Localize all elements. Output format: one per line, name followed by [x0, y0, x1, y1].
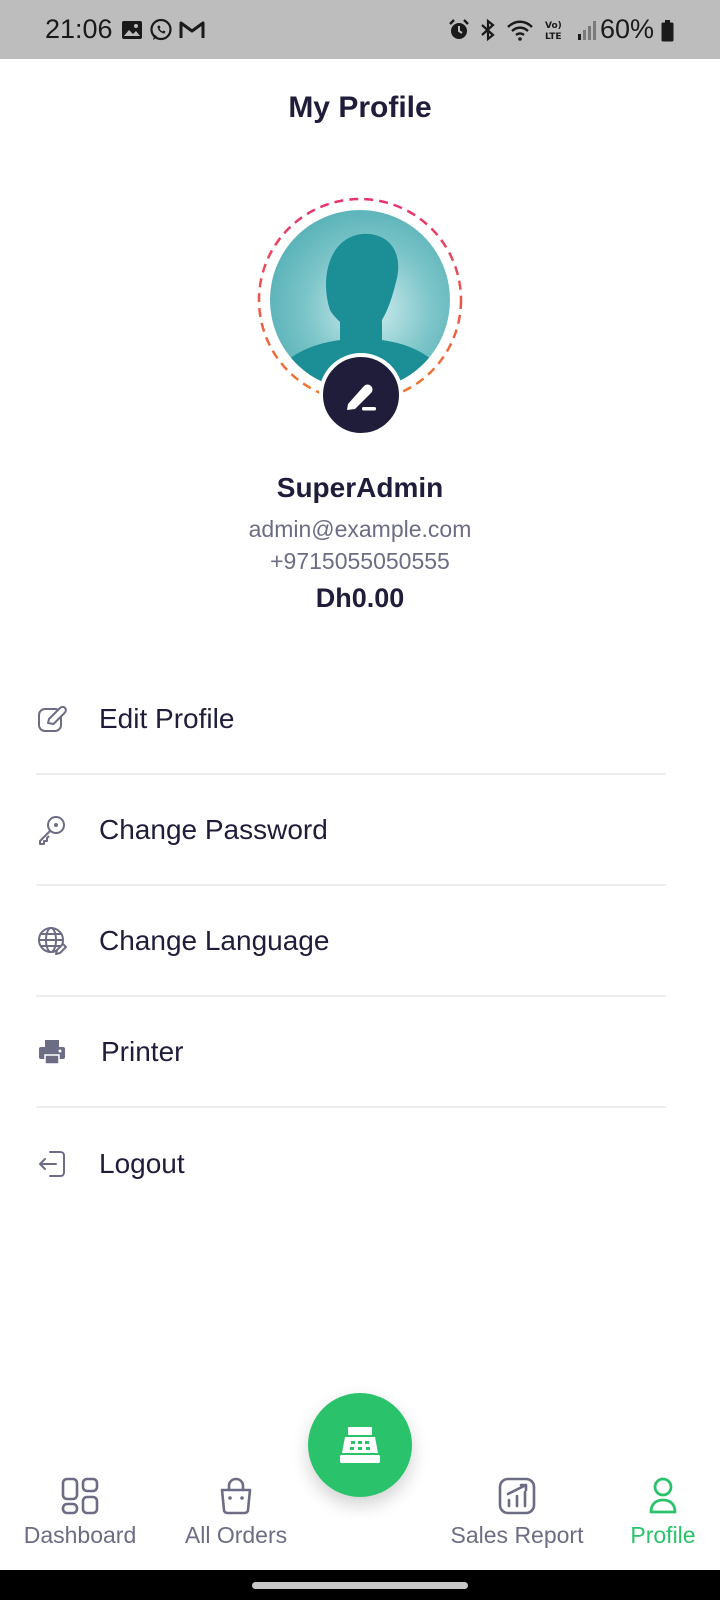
pencil-icon: [347, 384, 376, 411]
shopping-bag-icon: [220, 1477, 252, 1515]
globe-icon: [38, 926, 67, 955]
page-title: My Profile: [288, 91, 432, 124]
gmail-icon: [179, 21, 205, 38]
alarm-icon: [449, 19, 469, 39]
nav-label: Profile: [630, 1522, 696, 1548]
menu-item-change-language[interactable]: Change Language: [36, 886, 666, 997]
user-phone: +9715055050555: [270, 548, 450, 574]
key-icon: [39, 815, 65, 845]
user-name: SuperAdmin: [276, 472, 444, 503]
user-icon: [649, 1477, 677, 1514]
pos-center-button[interactable]: [308, 1393, 412, 1497]
user-balance: Dh0.00: [315, 583, 405, 613]
menu-item-label: Change Language: [99, 924, 330, 956]
image-icon: [122, 21, 142, 39]
edit-icon: [38, 705, 67, 732]
printer-icon: [39, 1039, 65, 1065]
wifi-icon: [507, 20, 533, 41]
system-icons: Vo) LTE: [448, 17, 598, 43]
svg-text:LTE: LTE: [545, 32, 562, 42]
nav-all-orders[interactable]: All Orders: [176, 1476, 296, 1549]
svg-text:Vo): Vo): [545, 21, 562, 31]
dashboard-icon: [61, 1477, 99, 1515]
battery-icon: [661, 20, 674, 42]
menu-item-label: Logout: [99, 1147, 185, 1179]
sales-chart-icon: [498, 1477, 536, 1515]
menu-item-label: Edit Profile: [99, 702, 235, 734]
logout-icon: [39, 1150, 65, 1177]
nav-profile[interactable]: Profile: [618, 1476, 708, 1549]
nav-label: All Orders: [184, 1522, 288, 1548]
home-indicator[interactable]: [252, 1582, 468, 1589]
menu-item-label: Printer: [101, 1035, 184, 1067]
nav-dashboard[interactable]: Dashboard: [20, 1476, 140, 1549]
user-email: admin@example.com: [248, 516, 472, 542]
nav-sales-report[interactable]: Sales Report: [442, 1476, 592, 1549]
edit-avatar-button[interactable]: [319, 353, 403, 437]
whatsapp-icon: [150, 18, 172, 41]
status-time: 21:06: [45, 14, 113, 44]
nav-label: Dashboard: [23, 1522, 137, 1548]
menu-item-printer[interactable]: Printer: [36, 997, 666, 1108]
nav-label: Sales Report: [450, 1522, 584, 1548]
status-bar: 21:06 Vo) LTE 60%: [0, 0, 720, 59]
notification-icons: [121, 17, 205, 43]
signal-icon: [578, 21, 596, 40]
bluetooth-icon: [481, 18, 495, 42]
cash-register-icon: [340, 1427, 380, 1463]
menu-item-edit-profile[interactable]: Edit Profile: [36, 664, 666, 775]
menu-item-change-password[interactable]: Change Password: [36, 775, 666, 886]
profile-menu: Edit Profile Change Password Change Lang…: [36, 664, 666, 1219]
menu-item-logout[interactable]: Logout: [36, 1108, 666, 1219]
battery-percentage: 60%: [600, 14, 655, 44]
menu-item-label: Change Password: [99, 813, 328, 845]
volte-icon: Vo) LTE: [545, 21, 562, 42]
